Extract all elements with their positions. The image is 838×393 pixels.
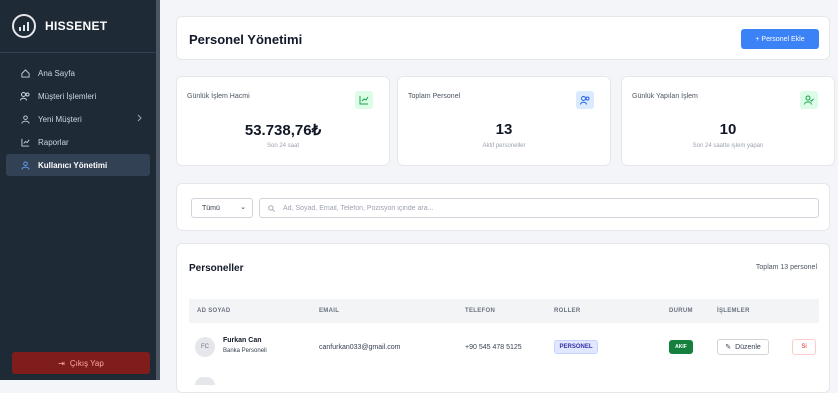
search-box[interactable] [259,198,819,218]
page-title: Personel Yönetimi [189,32,303,47]
chevron-down-icon: ⌄ [240,204,246,211]
stat-label: Toplam Personel [408,93,461,100]
sidebar-item-label: Müşteri İşlemleri [38,91,97,101]
sidebar-item-label: Ana Sayfa [38,68,75,78]
sidebar-item-label: Yeni Müşteri [38,114,82,124]
table-header: AD SOYAD EMAIL TELEFON ROLLER DURUM İŞLE… [189,299,819,323]
stat-card-total-personnel: Toplam Personel 13 Aktif personeller [397,76,611,166]
stat-sub: Son 24 saat [266,143,300,149]
column-header-name: AD SOYAD [197,308,231,314]
column-header-email: EMAIL [319,308,340,314]
personnel-title: Banka Personeli [223,348,267,354]
sidebar-item-new-customer[interactable]: Yeni Müşteri [6,108,150,130]
stat-sub: Aktif personeller [482,143,526,149]
role-badge: PERSONEL [554,340,598,354]
sidebar-item-customer-transactions[interactable]: Müşteri İşlemleri [6,85,150,107]
stat-value: 10 [719,121,737,138]
user-add-icon [20,114,30,124]
avatar [195,377,215,385]
sidebar-item-home[interactable]: Ana Sayfa [6,62,150,84]
list-total: Toplam 13 personel [755,264,817,271]
logout-button[interactable]: ⇥ Çıkış Yap [12,352,150,374]
stat-sub: Son 24 saatte işlem yapan [692,143,764,149]
personnel-list: Personeller Toplam 13 personel AD SOYAD … [176,243,830,393]
brand-name: HISSENET [45,19,108,33]
page-header: Personel Yönetimi + Personel Ekle [176,16,830,60]
chevron-right-icon [137,114,142,124]
users-icon [576,91,594,109]
avatar: FC [195,337,215,357]
sidebar-item-user-management[interactable]: Kullanıcı Yönetimi [6,154,150,176]
edit-button[interactable]: ✎ Düzenle [717,339,769,355]
column-header-phone: TELEFON [465,308,496,314]
column-header-status: DURUM [669,308,693,314]
users-icon [20,91,30,101]
sidebar-item-label: Raporlar [38,137,69,147]
brand[interactable]: HISSENET [0,0,156,53]
stat-value: 13 [495,121,513,138]
stat-card-daily-transactions: Günlük Yapılan İşlem 10 Son 24 saatte iş… [621,76,835,166]
search-input[interactable] [281,203,785,213]
sidebar-nav: Ana Sayfa Müşteri İşlemleri Yeni Müşteri… [0,53,156,176]
status-filter-value: Tümü [202,204,220,212]
trend-icon [355,91,373,109]
stat-label: Günlük İşlem Hacmi [187,93,250,100]
personnel-name: Furkan Can [223,337,262,344]
delete-button[interactable]: Si [792,339,816,355]
stat-value: 53.738,76₺ [244,122,322,139]
column-header-roles: ROLLER [554,308,581,314]
status-filter-select[interactable]: Tümü ⌄ [191,198,253,218]
stat-label: Günlük Yapılan İşlem [632,93,698,100]
personnel-email: canfurkan033@gmail.com [319,344,401,351]
chart-icon [20,137,30,147]
table-row: FC Furkan Can Banka Personeli canfurkan0… [189,329,819,365]
sidebar-item-label: Kullanıcı Yönetimi [38,160,108,170]
edit-icon: ✎ [725,344,732,351]
search-icon [268,199,275,217]
filter-bar: Tümü ⌄ [176,183,830,231]
edit-label: Düzenle [735,343,761,351]
logo-icon [12,14,36,38]
logout-icon: ⇥ [58,358,65,368]
stat-card-daily-volume: Günlük İşlem Hacmi 53.738,76₺ Son 24 saa… [176,76,390,166]
main-content: Personel Yönetimi + Personel Ekle Günlük… [160,0,838,393]
user-manage-icon [20,160,30,170]
sidebar: HISSENET Ana Sayfa Müşteri İşlemleri Yen… [0,0,160,380]
column-header-actions: İŞLEMLER [717,308,750,314]
personnel-phone: +90 545 478 5125 [465,344,522,351]
user-check-icon [800,91,818,109]
sidebar-item-reports[interactable]: Raporlar [6,131,150,153]
logout-label: Çıkış Yap [69,358,104,368]
status-badge[interactable]: AKIF [669,340,693,354]
home-icon [20,68,30,78]
list-title: Personeller [189,263,244,274]
add-personnel-button[interactable]: + Personel Ekle [741,29,819,49]
